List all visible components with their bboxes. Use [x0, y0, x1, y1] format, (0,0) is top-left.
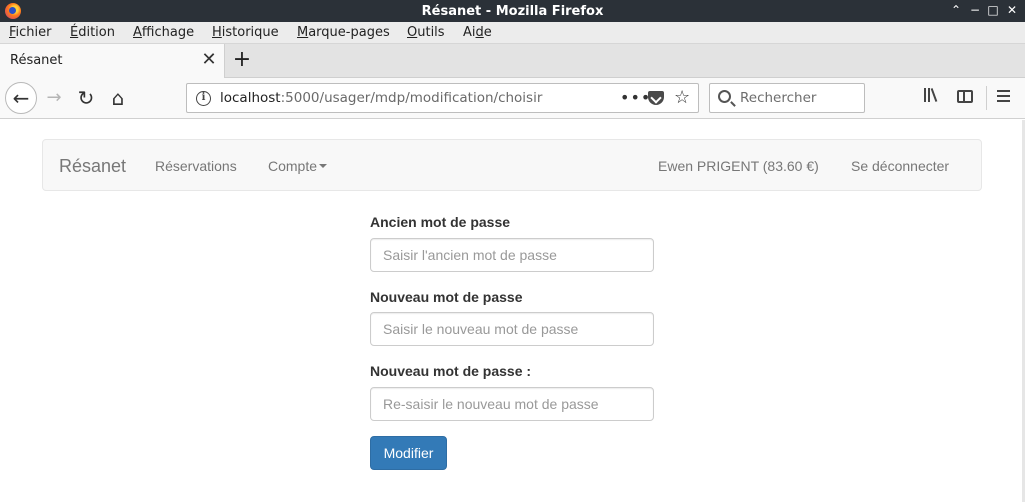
pocket-icon[interactable]: [648, 91, 664, 105]
url-path: :5000/usager/mdp/modification/choisir: [280, 90, 543, 106]
tab-close-icon[interactable]: ✕: [201, 51, 217, 69]
forward-button[interactable]: →: [41, 85, 67, 111]
window-restore-up-icon[interactable]: ⌃: [949, 3, 963, 17]
window-minimize-icon[interactable]: −: [968, 3, 982, 17]
menu-historique[interactable]: Historique: [212, 25, 279, 40]
menu-aide[interactable]: Aide: [463, 25, 492, 40]
toolbar-separator: [986, 86, 987, 110]
sidebar-toggle-icon[interactable]: [957, 90, 973, 103]
window-maximize-icon[interactable]: □: [986, 3, 1000, 17]
tab-label: Résanet: [10, 53, 63, 68]
site-brand[interactable]: Résanet: [59, 156, 126, 177]
menu-marque-pages[interactable]: Marque-pages: [297, 25, 390, 40]
new-password-input[interactable]: [370, 312, 654, 346]
hamburger-menu-icon[interactable]: [997, 90, 1011, 110]
window-titlebar: Résanet - Mozilla Firefox ⌃ − □ ✕: [0, 0, 1025, 22]
home-button[interactable]: ⌂: [105, 85, 131, 111]
menu-fichier[interactable]: Fichier: [9, 25, 52, 40]
new-tab-button[interactable]: +: [231, 49, 253, 71]
modifier-button[interactable]: Modifier: [370, 436, 447, 470]
nav-user-balance[interactable]: Ewen PRIGENT (83.60 €): [658, 158, 819, 174]
nav-link-logout[interactable]: Se déconnecter: [851, 158, 949, 174]
nav-link-reservations[interactable]: Réservations: [155, 158, 237, 174]
menu-historique-label: Historique: [212, 25, 279, 40]
navigation-toolbar: ← → ↻ ⌂ i localhost:5000/usager/mdp/modi…: [0, 78, 1025, 119]
new-password-label: Nouveau mot de passe: [370, 289, 523, 305]
back-button[interactable]: ←: [5, 82, 37, 114]
page-content: Résanet Réservations Compte Ewen PRIGENT…: [0, 120, 1022, 502]
window-title: Résanet - Mozilla Firefox: [421, 4, 604, 19]
search-input[interactable]: [740, 90, 860, 106]
confirm-password-label: Nouveau mot de passe :: [370, 363, 532, 379]
url-text[interactable]: localhost:5000/usager/mdp/modification/c…: [220, 90, 542, 106]
menu-affichage[interactable]: Affichage: [133, 25, 194, 40]
window-close-icon[interactable]: ✕: [1005, 3, 1019, 17]
confirm-password-input[interactable]: [370, 387, 654, 421]
menu-outils-label: Outils: [407, 25, 445, 40]
old-password-label: Ancien mot de passe: [370, 214, 511, 230]
menu-edition-label: Édition: [70, 25, 115, 40]
nav-dropdown-compte-label: Compte: [268, 158, 318, 174]
old-password-input[interactable]: [370, 238, 654, 272]
page-actions-icon[interactable]: •••: [620, 88, 651, 107]
caret-down-icon: [319, 164, 328, 169]
menu-outils[interactable]: Outils: [407, 25, 445, 40]
library-icon[interactable]: [924, 88, 944, 108]
tab-resanet[interactable]: Résanet ✕: [0, 44, 225, 78]
menu-edition[interactable]: Édition: [70, 25, 115, 40]
tab-bar: Résanet ✕ +: [0, 44, 1025, 78]
search-icon: [718, 90, 731, 103]
menu-bar: Fichier Édition Affichage Historique Mar…: [0, 22, 1025, 44]
bookmark-star-icon[interactable]: ☆: [674, 87, 690, 108]
site-info-icon[interactable]: i: [196, 91, 211, 106]
reload-button[interactable]: ↻: [73, 85, 99, 111]
url-host: localhost: [220, 90, 281, 106]
menu-fichier-label: Fichier: [9, 25, 52, 40]
search-bar[interactable]: [709, 83, 865, 113]
url-bar[interactable]: i localhost:5000/usager/mdp/modification…: [186, 83, 699, 113]
menu-aide-label: Aide: [463, 25, 492, 40]
menu-affichage-label: Affichage: [133, 25, 195, 40]
site-navbar: Résanet Réservations Compte Ewen PRIGENT…: [42, 139, 982, 191]
menu-marque-pages-label: Marque-pages: [297, 25, 390, 40]
nav-dropdown-compte[interactable]: Compte: [268, 158, 328, 174]
